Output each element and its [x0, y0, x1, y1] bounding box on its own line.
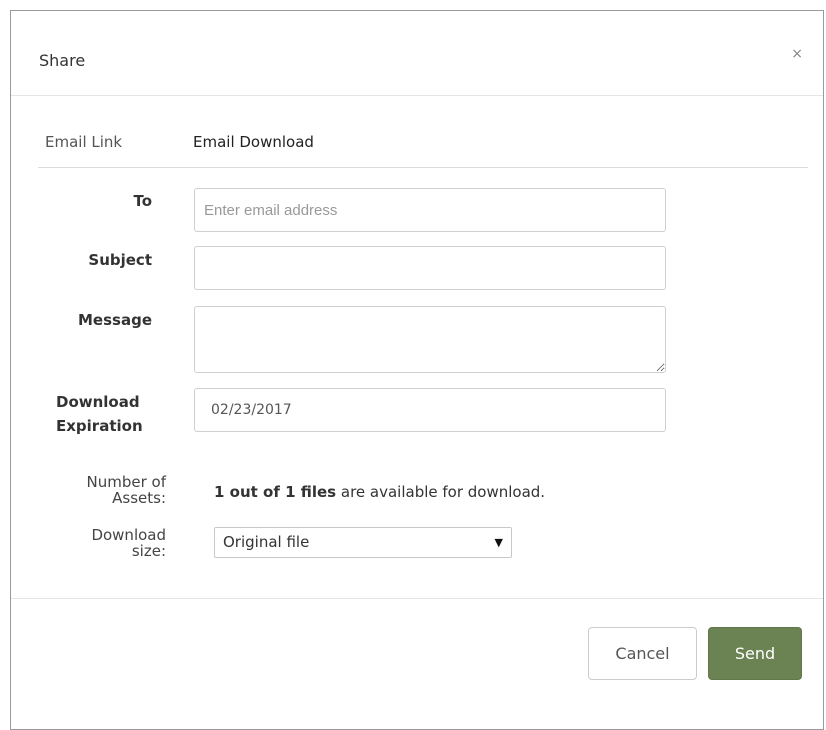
dropdown-arrow-icon: ▼	[494, 536, 503, 549]
download-expiration-label-line1: Download	[56, 393, 140, 411]
download-size-selected-value: Original file	[223, 533, 310, 551]
assets-count-rest: are available for download.	[336, 483, 546, 501]
number-of-assets-label-line2: Assets:	[112, 489, 166, 507]
subject-label: Subject	[88, 251, 152, 269]
assets-count-bold: 1 out of 1 files	[214, 483, 337, 501]
to-label: To	[133, 192, 152, 210]
share-tabs: Email Link Email Download	[38, 131, 808, 168]
dialog-header: Share ×	[11, 11, 823, 96]
download-size-label-line1: Download	[91, 526, 166, 544]
message-label: Message	[78, 311, 152, 329]
subject-input[interactable]	[194, 246, 666, 290]
cancel-button[interactable]: Cancel	[588, 627, 697, 680]
number-of-assets-label-line1: Number of	[86, 473, 166, 491]
download-size-select[interactable]: Original file ▼	[214, 527, 512, 558]
dialog-title: Share	[39, 51, 86, 70]
share-dialog: Share × Email Link Email Download To Sub…	[10, 10, 824, 730]
number-of-assets-label: Number of Assets:	[51, 474, 166, 506]
tab-email-download[interactable]: Email Download	[193, 133, 314, 151]
download-expiration-label-line2: Expiration	[56, 417, 143, 435]
send-button[interactable]: Send	[708, 627, 802, 680]
message-textarea[interactable]	[194, 306, 666, 373]
to-email-input[interactable]	[194, 188, 666, 232]
footer-divider	[11, 598, 823, 599]
download-size-label-line2: size:	[131, 542, 166, 560]
download-expiration-label: Download Expiration	[56, 390, 166, 438]
tab-email-link[interactable]: Email Link	[45, 133, 122, 151]
assets-availability-text: 1 out of 1 files are available for downl…	[214, 483, 545, 501]
download-expiration-input[interactable]	[194, 388, 666, 432]
download-size-label: Download size:	[51, 527, 166, 559]
close-icon[interactable]: ×	[791, 47, 803, 61]
